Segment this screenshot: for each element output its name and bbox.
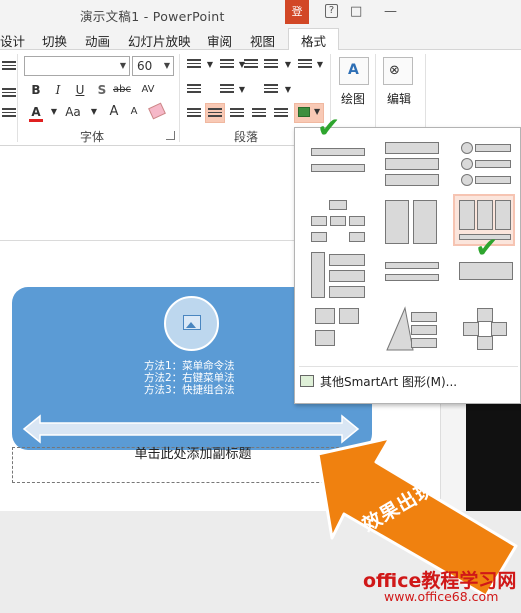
gallery-item-hierarchy[interactable] [307,198,369,250]
drawing-button[interactable]: A [339,57,369,85]
binoculars-icon: ⊗ [389,63,400,78]
smartart-line-1[interactable]: 方法1：菜单命令法 [144,360,235,372]
drawing-label[interactable]: 绘图 [341,90,365,107]
underline-button[interactable]: U [70,80,90,100]
strikethrough-button[interactable]: abc [112,80,132,100]
watermark-url: www.office68.com [384,589,499,604]
tab-slideshow[interactable]: 幻灯片放映 [128,31,191,50]
align-left-icon[interactable] [187,108,201,119]
chevron-down-icon[interactable]: ▼ [164,57,170,75]
font-size-field[interactable]: 60 ▼ [132,56,174,76]
smartart-icon [298,107,310,117]
chevron-down-icon[interactable]: ▼ [232,80,252,100]
chevron-down-icon[interactable]: ▼ [120,57,126,75]
align-center-icon [208,108,222,119]
reset-icon[interactable] [2,88,16,99]
align-right-icon[interactable] [230,108,244,119]
grow-font-button[interactable]: A [104,102,124,122]
tab-animations[interactable]: 动画 [85,31,110,50]
sign-in-button[interactable]: 登 [285,0,309,24]
check-mark-icon: ✔ [475,231,499,264]
chevron-down-icon[interactable]: ▼ [200,55,220,75]
indent-icon[interactable] [187,84,201,95]
italic-button[interactable]: I [48,80,68,100]
font-color-swatch [29,119,43,122]
section-icon[interactable] [2,108,16,119]
align-text-icon[interactable] [264,84,278,95]
ribbon-display-options-button[interactable]: □ [350,4,362,19]
gallery-item-vertical-box-list[interactable] [381,140,443,192]
check-mark-icon: ✔ [317,111,341,144]
gallery-item-picture-grid[interactable] [307,304,369,356]
minimize-button[interactable]: — [384,4,397,19]
picture-icon [183,315,201,330]
title-bar: 演示文稿1 - PowerPoint 登 ? □ — [0,0,521,28]
justify-icon[interactable] [252,108,266,119]
gallery-item-arrow-list[interactable] [381,252,443,304]
window-title: 演示文稿1 - PowerPoint [80,9,225,24]
shrink-font-button[interactable]: A [124,102,144,122]
paragraph-group-label: 段落 [234,130,259,144]
smartart-more-icon [300,375,314,387]
gallery-item-pyramid-list[interactable] [381,304,443,356]
distributed-icon[interactable] [274,108,288,119]
help-button[interactable]: ? [325,4,338,18]
font-name-field[interactable]: ▼ [24,56,130,76]
font-dialog-launcher-icon[interactable] [166,131,175,140]
tab-design[interactable]: 设计 [0,31,25,50]
tab-transitions[interactable]: 切换 [42,31,67,50]
more-smartart-graphics-link[interactable]: 其他SmartArt 图形(M)... [320,373,457,390]
shapes-icon: A [348,62,359,78]
gallery-item-grouped-list[interactable] [381,198,443,250]
gallery-item-cycle-matrix[interactable] [455,304,517,356]
editing-label[interactable]: 编辑 [387,90,411,107]
line-spacing-icon[interactable] [264,59,278,70]
smartart-line-3[interactable]: 方法3：快捷组合法 [144,384,235,396]
decrease-indent-icon[interactable] [244,59,258,70]
shadow-button[interactable]: S [92,80,112,100]
clear-formatting-icon[interactable] [148,102,166,120]
font-group-label: 字体 [80,130,105,144]
editing-button[interactable]: ⊗ [383,57,413,85]
tab-view[interactable]: 视图 [250,31,275,50]
chevron-down-icon[interactable]: ▼ [278,55,298,75]
tab-format[interactable]: 格式 [288,28,340,51]
ribbon-tabs: 设计 切换 动画 幻灯片放映 审阅 视图 格式 [0,28,521,51]
smartart-gallery: ✔ ✔ [294,114,521,404]
bold-button[interactable]: B [26,80,46,100]
change-case-button[interactable]: Aa [60,102,86,122]
picture-placeholder[interactable] [164,296,219,351]
chevron-down-icon[interactable]: ▼ [278,80,298,100]
layout-icon[interactable] [2,61,16,72]
smartart-line-2[interactable]: 方法2：右键菜单法 [144,372,235,384]
chevron-down-icon[interactable]: ▼ [84,102,104,122]
font-size-value: 60 [137,59,153,73]
chevron-down-icon[interactable]: ▼ [310,55,330,75]
bullets-icon[interactable] [187,59,201,70]
gallery-item-circle-list[interactable] [455,140,517,192]
tab-review[interactable]: 审阅 [207,31,232,50]
gallery-item-chevron-list[interactable] [307,252,369,304]
character-spacing-button[interactable]: AV [138,80,158,100]
gallery-item-vertical-bullet-list[interactable] [307,140,369,192]
